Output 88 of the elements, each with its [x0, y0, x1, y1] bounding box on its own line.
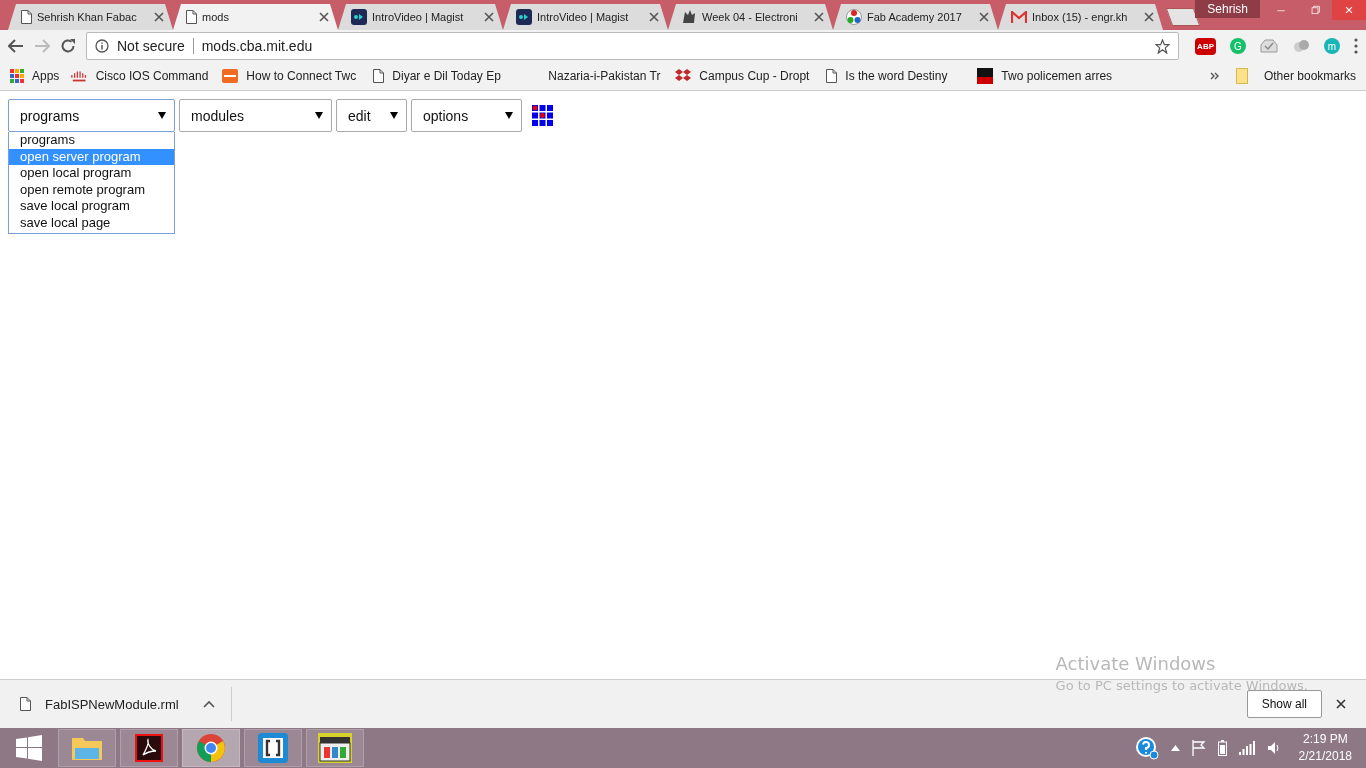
activation-title: Activate Windows	[1055, 653, 1217, 674]
dropdown-option[interactable]: open remote program	[9, 181, 174, 199]
bookmark-link[interactable]: Nazaria-i-Pakistan Tr	[548, 69, 661, 83]
dropdown-select[interactable]: options	[411, 99, 522, 132]
bookmark-link[interactable]: Two policemen arres	[1001, 69, 1113, 83]
browser-tab[interactable]: Week 04 - Electroni	[668, 4, 833, 30]
play-icon	[351, 9, 367, 25]
bookmark-link[interactable]: Apps	[32, 69, 60, 83]
logo-badge-icon	[222, 69, 239, 83]
bookmark-link[interactable]: How to Connect Twc	[246, 69, 357, 83]
mail-icon	[1011, 11, 1027, 23]
download-filename[interactable]: FabISPNewModule.rml	[45, 696, 179, 712]
caret-icon	[505, 112, 513, 119]
tab-close-icon[interactable]	[979, 12, 989, 22]
tab-close-icon[interactable]	[1144, 12, 1154, 22]
help-icon[interactable]	[1134, 736, 1159, 760]
address-bar[interactable]: Not secure mods.cba.mit.edu	[86, 32, 1180, 60]
page-icon	[826, 69, 838, 83]
bookmark-link[interactable]: Diyar e Dil Today Ep	[392, 69, 501, 83]
brackets-icon	[258, 733, 288, 763]
fab-logo-icon	[846, 9, 862, 25]
caret-icon	[158, 112, 166, 119]
chevron-up-icon[interactable]	[202, 700, 215, 708]
adblock-icon[interactable]: ABP	[1195, 37, 1216, 55]
page-icon	[20, 697, 31, 711]
dropdown-option[interactable]: save local page	[9, 214, 174, 232]
signal-icon[interactable]	[1238, 741, 1255, 755]
browser-tab[interactable]: Sehrish Khan Fabac	[8, 4, 173, 30]
page-icon	[186, 10, 197, 24]
bars-logo-icon	[71, 69, 88, 83]
browser-tab[interactable]: Fab Academy 2017	[833, 4, 998, 30]
tab-close-icon[interactable]	[649, 12, 659, 22]
browser-tab[interactable]: IntroVideo | Magist	[338, 4, 503, 30]
flag-icon[interactable]	[1191, 740, 1206, 756]
tray-icon[interactable]	[1260, 39, 1278, 53]
clock-time[interactable]: 2:19 PM	[1302, 731, 1348, 748]
windows-logo-icon[interactable]	[16, 735, 42, 761]
page-icon	[21, 10, 32, 24]
speaker-icon[interactable]	[1266, 741, 1281, 755]
profile-button[interactable]: Sehrish	[1195, 0, 1260, 18]
tab-close-icon[interactable]	[154, 12, 164, 22]
grid-logo-icon[interactable]	[532, 105, 553, 126]
star-icon[interactable]	[1155, 38, 1171, 54]
tab-close-icon[interactable]	[814, 12, 824, 22]
chevron-icon[interactable]	[1209, 71, 1220, 81]
bookmark-link[interactable]: Is the word Destiny	[845, 69, 948, 83]
menu-icon[interactable]	[1354, 38, 1358, 54]
battery-icon[interactable]	[1217, 740, 1227, 756]
info-icon	[95, 39, 109, 53]
folder-icon	[1235, 68, 1248, 84]
reload-icon[interactable]	[60, 38, 76, 54]
bookmark-link[interactable]: Campus Cup - Dropt	[699, 69, 810, 83]
dropdown-select[interactable]: edit	[336, 99, 407, 132]
browser-tab[interactable]: mods	[173, 4, 338, 30]
bookmark-link[interactable]: Other bookmarks	[1263, 69, 1356, 83]
page-icon	[373, 69, 385, 83]
chevron-up-icon[interactable]	[1170, 745, 1180, 751]
dropdown-select[interactable]: modules	[179, 99, 332, 132]
bird-icon	[681, 9, 697, 25]
box-icon	[675, 69, 692, 83]
clapper-icon	[318, 733, 352, 763]
taskbar-app[interactable]	[306, 729, 364, 767]
browser-icon	[196, 733, 226, 763]
pdf-icon	[135, 734, 163, 762]
bookmark-link[interactable]: Cisco IOS Command	[95, 69, 209, 83]
security-label: Not secure	[117, 38, 185, 54]
news-logo-icon	[977, 68, 994, 84]
clock-date[interactable]: 2/21/2018	[1298, 748, 1352, 765]
taskbar-app[interactable]	[120, 729, 178, 767]
url-text: mods.cba.mit.edu	[201, 38, 313, 54]
play-icon	[516, 9, 532, 25]
apps-grid-icon	[10, 69, 24, 83]
browser-tab[interactable]: IntroVideo | Magist	[503, 4, 668, 30]
new-tab-button[interactable]	[1165, 8, 1201, 26]
tab-close-icon[interactable]	[484, 12, 494, 22]
dropdown-option[interactable]: open local program	[9, 165, 174, 182]
dropdown-option[interactable]: programs	[9, 132, 174, 149]
close-icon[interactable]	[1336, 698, 1346, 709]
back-icon[interactable]	[8, 39, 24, 53]
dropdown-select[interactable]: programs	[8, 99, 175, 132]
taskbar-app[interactable]	[244, 729, 302, 767]
caret-icon	[390, 112, 398, 119]
show-all-button[interactable]: Show all	[1246, 690, 1322, 718]
caret-icon	[315, 112, 323, 119]
dropdown-option[interactable]: save local program	[9, 198, 174, 215]
activation-message: Go to PC settings to activate Windows.	[1055, 678, 1308, 693]
tab-close-icon[interactable]	[319, 12, 329, 22]
browser-tab[interactable]: Inbox (15) - engr.kh	[998, 4, 1163, 30]
